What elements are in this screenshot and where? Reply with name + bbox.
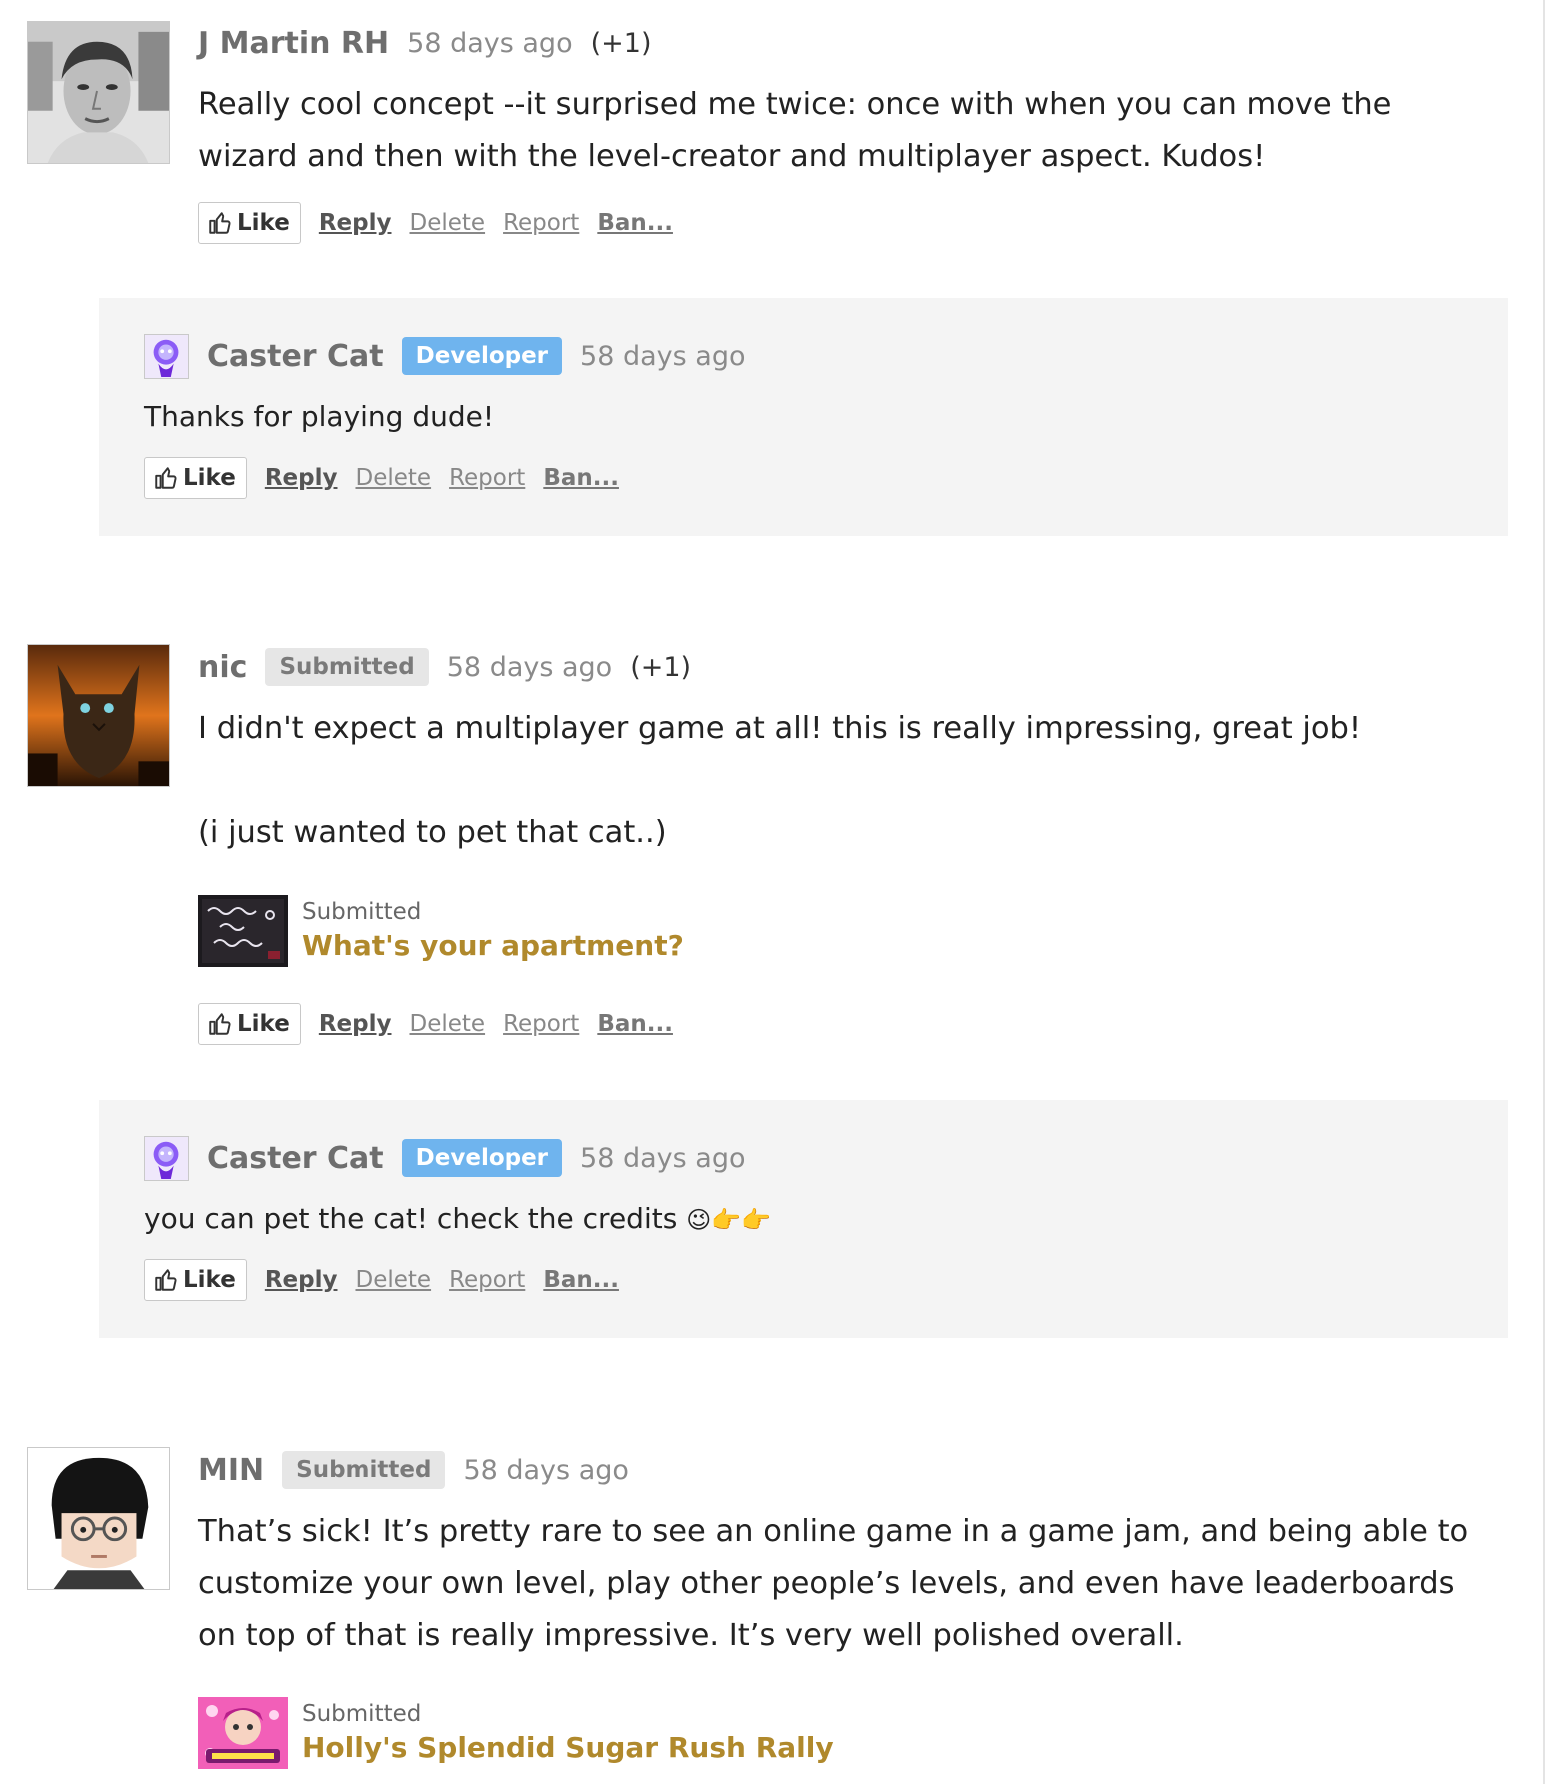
pixel-avatar-icon (28, 1448, 169, 1589)
ban-link[interactable]: Ban... (597, 1011, 673, 1037)
avatar[interactable] (27, 644, 170, 787)
comment-meta: Caster Cat Developer 58 days ago (207, 334, 764, 378)
avatar[interactable] (27, 21, 170, 164)
comment-time: 58 days ago (580, 1142, 746, 1174)
submission-title-link[interactable]: What's your apartment? (302, 929, 684, 962)
report-link[interactable]: Report (449, 1267, 525, 1293)
like-button[interactable]: Like (144, 1259, 247, 1301)
comment-actions: Like Reply Delete Report Ban... (144, 456, 637, 500)
like-button[interactable]: Like (198, 202, 301, 244)
developer-badge: Developer (401, 1139, 563, 1177)
comment-time: 58 days ago (446, 651, 613, 683)
comment-body: you can pet the cat! check the credits 😉… (144, 1199, 771, 1240)
comment-actions: Like Reply Delete Report Ban... (198, 201, 691, 245)
comment-body: That’s sick! It’s pretty rare to see an … (198, 1514, 1469, 1653)
comment-meta: nic Submitted 58 days ago (+1) (198, 645, 691, 689)
wizard-avatar-icon (145, 335, 188, 378)
thumbs-up-icon (155, 1269, 177, 1291)
cat-avatar-icon (28, 645, 169, 786)
submission-title-link[interactable]: Holly's Splendid Sugar Rush Rally (302, 1731, 834, 1764)
author-link[interactable]: Caster Cat (207, 1141, 384, 1176)
ban-link[interactable]: Ban... (597, 210, 673, 236)
delete-link[interactable]: Delete (409, 210, 485, 236)
reply-link[interactable]: Reply (265, 1267, 338, 1293)
comment-meta: MIN Submitted 58 days ago (198, 1448, 647, 1492)
author-link[interactable]: J Martin RH (198, 26, 389, 61)
wizard-avatar-icon (145, 1137, 188, 1180)
submission-thumbnail[interactable] (198, 895, 288, 967)
comment-body: Really cool concept --it surprised me tw… (198, 87, 1392, 174)
thumbs-up-icon (155, 467, 177, 489)
reply-comment: Caster Cat Developer 58 days ago Thanks … (99, 298, 1508, 536)
avatar[interactable] (144, 1136, 189, 1181)
report-link[interactable]: Report (503, 210, 579, 236)
delete-link[interactable]: Delete (409, 1011, 485, 1037)
like-button[interactable]: Like (144, 457, 247, 499)
submitted-badge: Submitted (282, 1451, 446, 1489)
comment-time: 58 days ago (407, 27, 573, 59)
report-link[interactable]: Report (503, 1011, 579, 1037)
scrollbar-track[interactable] (1543, 0, 1545, 1784)
submitted-badge: Submitted (265, 648, 429, 686)
thumbs-up-icon (209, 212, 231, 234)
delete-link[interactable]: Delete (355, 465, 431, 491)
author-link[interactable]: nic (198, 650, 247, 685)
like-label: Like (183, 465, 236, 491)
like-label: Like (237, 1011, 290, 1037)
reply-link[interactable]: Reply (319, 210, 392, 236)
author-link[interactable]: Caster Cat (207, 339, 384, 374)
comment-actions: Like Reply Delete Report Ban... (144, 1258, 637, 1302)
wink-point-emoji: 😉👉👉 (686, 1206, 772, 1234)
comment-time: 58 days ago (580, 340, 746, 372)
like-label: Like (237, 210, 290, 236)
like-button[interactable]: Like (198, 1003, 301, 1045)
report-link[interactable]: Report (449, 465, 525, 491)
vote-count: (+1) (590, 27, 652, 59)
thumbs-up-icon (209, 1013, 231, 1035)
comment-body: Thanks for playing dude! (144, 400, 495, 433)
reply-comment: Caster Cat Developer 58 days ago you can… (99, 1100, 1508, 1338)
author-link[interactable]: MIN (198, 1453, 264, 1488)
submission-thumbnail[interactable] (198, 1697, 288, 1769)
comment-meta: Caster Cat Developer 58 days ago (207, 1136, 764, 1180)
game-thumbnail-icon (198, 895, 288, 967)
developer-badge: Developer (401, 337, 563, 375)
comment-body-extra: (i just wanted to pet that cat..) (198, 815, 667, 850)
vote-count: (+1) (630, 651, 692, 683)
reply-link[interactable]: Reply (265, 465, 338, 491)
comment-meta: J Martin RH 58 days ago (+1) (198, 21, 651, 65)
comment-body: I didn't expect a multiplayer game at al… (198, 711, 1362, 746)
avatar[interactable] (27, 1447, 170, 1590)
attachment-label: Submitted (302, 1701, 422, 1727)
ban-link[interactable]: Ban... (543, 1267, 619, 1293)
attachment-label: Submitted (302, 899, 422, 925)
avatar-photo-icon (28, 22, 169, 163)
game-thumbnail-icon (198, 1697, 288, 1769)
avatar[interactable] (144, 334, 189, 379)
reply-link[interactable]: Reply (319, 1011, 392, 1037)
like-label: Like (183, 1267, 236, 1293)
delete-link[interactable]: Delete (355, 1267, 431, 1293)
comment-time: 58 days ago (463, 1454, 629, 1486)
comment-actions: Like Reply Delete Report Ban... (198, 1002, 691, 1046)
comment-body-text: you can pet the cat! check the credits (144, 1202, 678, 1235)
ban-link[interactable]: Ban... (543, 465, 619, 491)
